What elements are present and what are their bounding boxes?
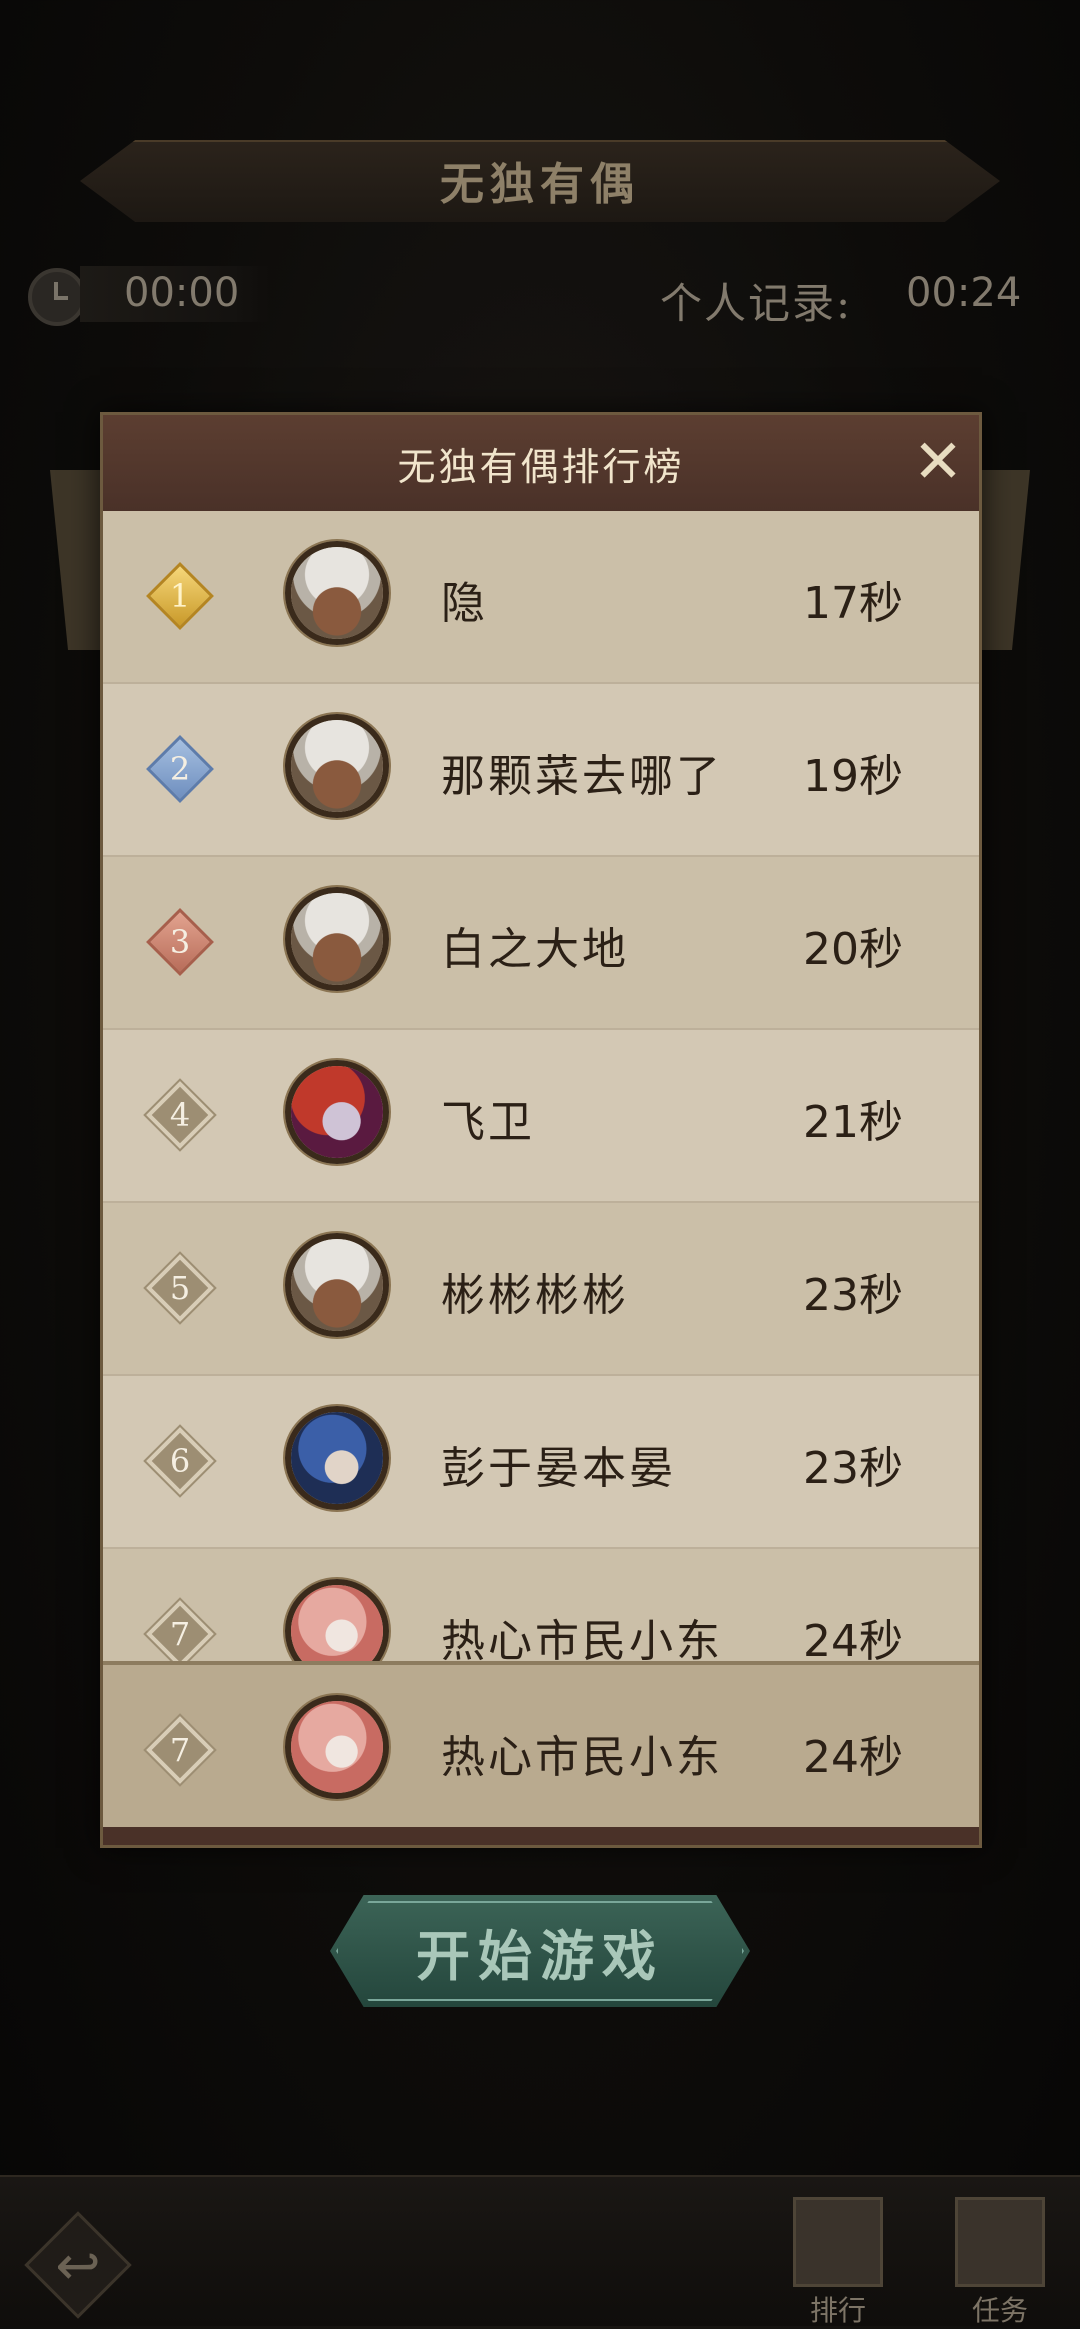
ranking-label: 排行 bbox=[809, 2294, 866, 2327]
bottom-bar: ↩ 排行 任务 bbox=[0, 2175, 1080, 2327]
rank-badge: 7 bbox=[143, 1597, 217, 1671]
self-rank-row: 7 热心市民小东 24秒 bbox=[103, 1661, 979, 1831]
player-name: 白之大地 bbox=[441, 924, 629, 975]
task-icon bbox=[955, 2197, 1045, 2287]
avatar bbox=[285, 1060, 389, 1164]
rank-number: 6 bbox=[169, 1442, 191, 1480]
modal-footer bbox=[103, 1827, 979, 1845]
ranking-button[interactable]: 排行 bbox=[778, 2197, 898, 2327]
leaderboard-modal: 无独有偶排行榜 ✕ 1 隐 17秒 2 那颗菜去哪了 19秒 3 白之大地 20秒 4 飞卫 21秒 5… bbox=[100, 412, 982, 1848]
player-time: 23秒 bbox=[803, 1443, 903, 1494]
back-arrow-icon: ↩ bbox=[55, 2233, 101, 2297]
avatar bbox=[285, 1695, 389, 1799]
avatar bbox=[285, 1406, 389, 1510]
player-time: 24秒 bbox=[803, 1616, 903, 1667]
player-name: 飞卫 bbox=[441, 1097, 535, 1148]
rank-badge: 1 bbox=[146, 562, 214, 630]
rank-badge: 7 bbox=[143, 1713, 217, 1787]
rank-number: 4 bbox=[169, 1096, 191, 1134]
leaderboard-row: 5 彬彬彬彬 23秒 bbox=[103, 1203, 979, 1376]
rank-number: 7 bbox=[169, 1731, 191, 1769]
record-value: 00:24 bbox=[906, 270, 1022, 316]
task-button[interactable]: 任务 bbox=[940, 2197, 1060, 2327]
rank-badge: 6 bbox=[143, 1424, 217, 1498]
game-header: 无独有偶 bbox=[0, 130, 1080, 230]
rank-badge: 2 bbox=[146, 735, 214, 803]
player-time: 23秒 bbox=[803, 1270, 903, 1321]
leaderboard-row: 2 那颗菜去哪了 19秒 bbox=[103, 684, 979, 857]
player-name: 彭于晏本晏 bbox=[441, 1443, 676, 1494]
start-game-label: 开始游戏 bbox=[416, 1923, 664, 1988]
rank-number: 2 bbox=[169, 750, 191, 788]
rank-number: 1 bbox=[169, 577, 191, 615]
rank-badge: 3 bbox=[146, 908, 214, 976]
modal-title: 无独有偶排行榜 bbox=[397, 444, 685, 489]
task-label: 任务 bbox=[971, 2294, 1028, 2327]
rank-badge: 4 bbox=[143, 1078, 217, 1152]
player-name: 那颗菜去哪了 bbox=[441, 751, 723, 802]
leaderboard-row: 6 彭于晏本晏 23秒 bbox=[103, 1376, 979, 1549]
leaderboard-row: 3 白之大地 20秒 bbox=[103, 857, 979, 1030]
rank-badge: 5 bbox=[143, 1251, 217, 1325]
player-name: 彬彬彬彬 bbox=[441, 1270, 629, 1321]
leaderboard-row: 1 隐 17秒 bbox=[103, 511, 979, 684]
rank-number: 5 bbox=[169, 1269, 191, 1307]
player-name: 热心市民小东 bbox=[441, 1616, 723, 1667]
ranking-icon bbox=[793, 2197, 883, 2287]
player-time: 21秒 bbox=[803, 1097, 903, 1148]
start-game-button[interactable]: 开始游戏 bbox=[330, 1895, 750, 2007]
rank-number: 7 bbox=[169, 1615, 191, 1653]
close-button[interactable]: ✕ bbox=[911, 427, 965, 497]
clock-icon bbox=[28, 268, 86, 326]
timer-value: 00:00 bbox=[124, 270, 240, 316]
timer-row: 00:00 个人记录: 00:24 bbox=[0, 260, 1080, 330]
back-button[interactable]: ↩ bbox=[24, 2211, 132, 2319]
close-icon: ✕ bbox=[912, 427, 964, 497]
player-name: 隐 bbox=[441, 578, 488, 629]
leaderboard-list[interactable]: 1 隐 17秒 2 那颗菜去哪了 19秒 3 白之大地 20秒 4 飞卫 21秒 5 彬彬彬彬 23秒 6 彭于… bbox=[103, 511, 979, 1741]
avatar bbox=[285, 714, 389, 818]
player-name: 热心市民小东 bbox=[441, 1732, 723, 1783]
avatar bbox=[285, 887, 389, 991]
player-time: 17秒 bbox=[803, 578, 903, 629]
record-label: 个人记录: bbox=[660, 279, 853, 328]
rank-number: 3 bbox=[169, 923, 191, 961]
player-time: 19秒 bbox=[803, 751, 903, 802]
avatar bbox=[285, 1233, 389, 1337]
page-title: 无独有偶 bbox=[440, 159, 640, 210]
player-time: 20秒 bbox=[803, 924, 903, 975]
avatar bbox=[285, 541, 389, 645]
leaderboard-row: 4 飞卫 21秒 bbox=[103, 1030, 979, 1203]
player-time: 24秒 bbox=[803, 1732, 903, 1783]
modal-header: 无独有偶排行榜 ✕ bbox=[103, 415, 979, 511]
